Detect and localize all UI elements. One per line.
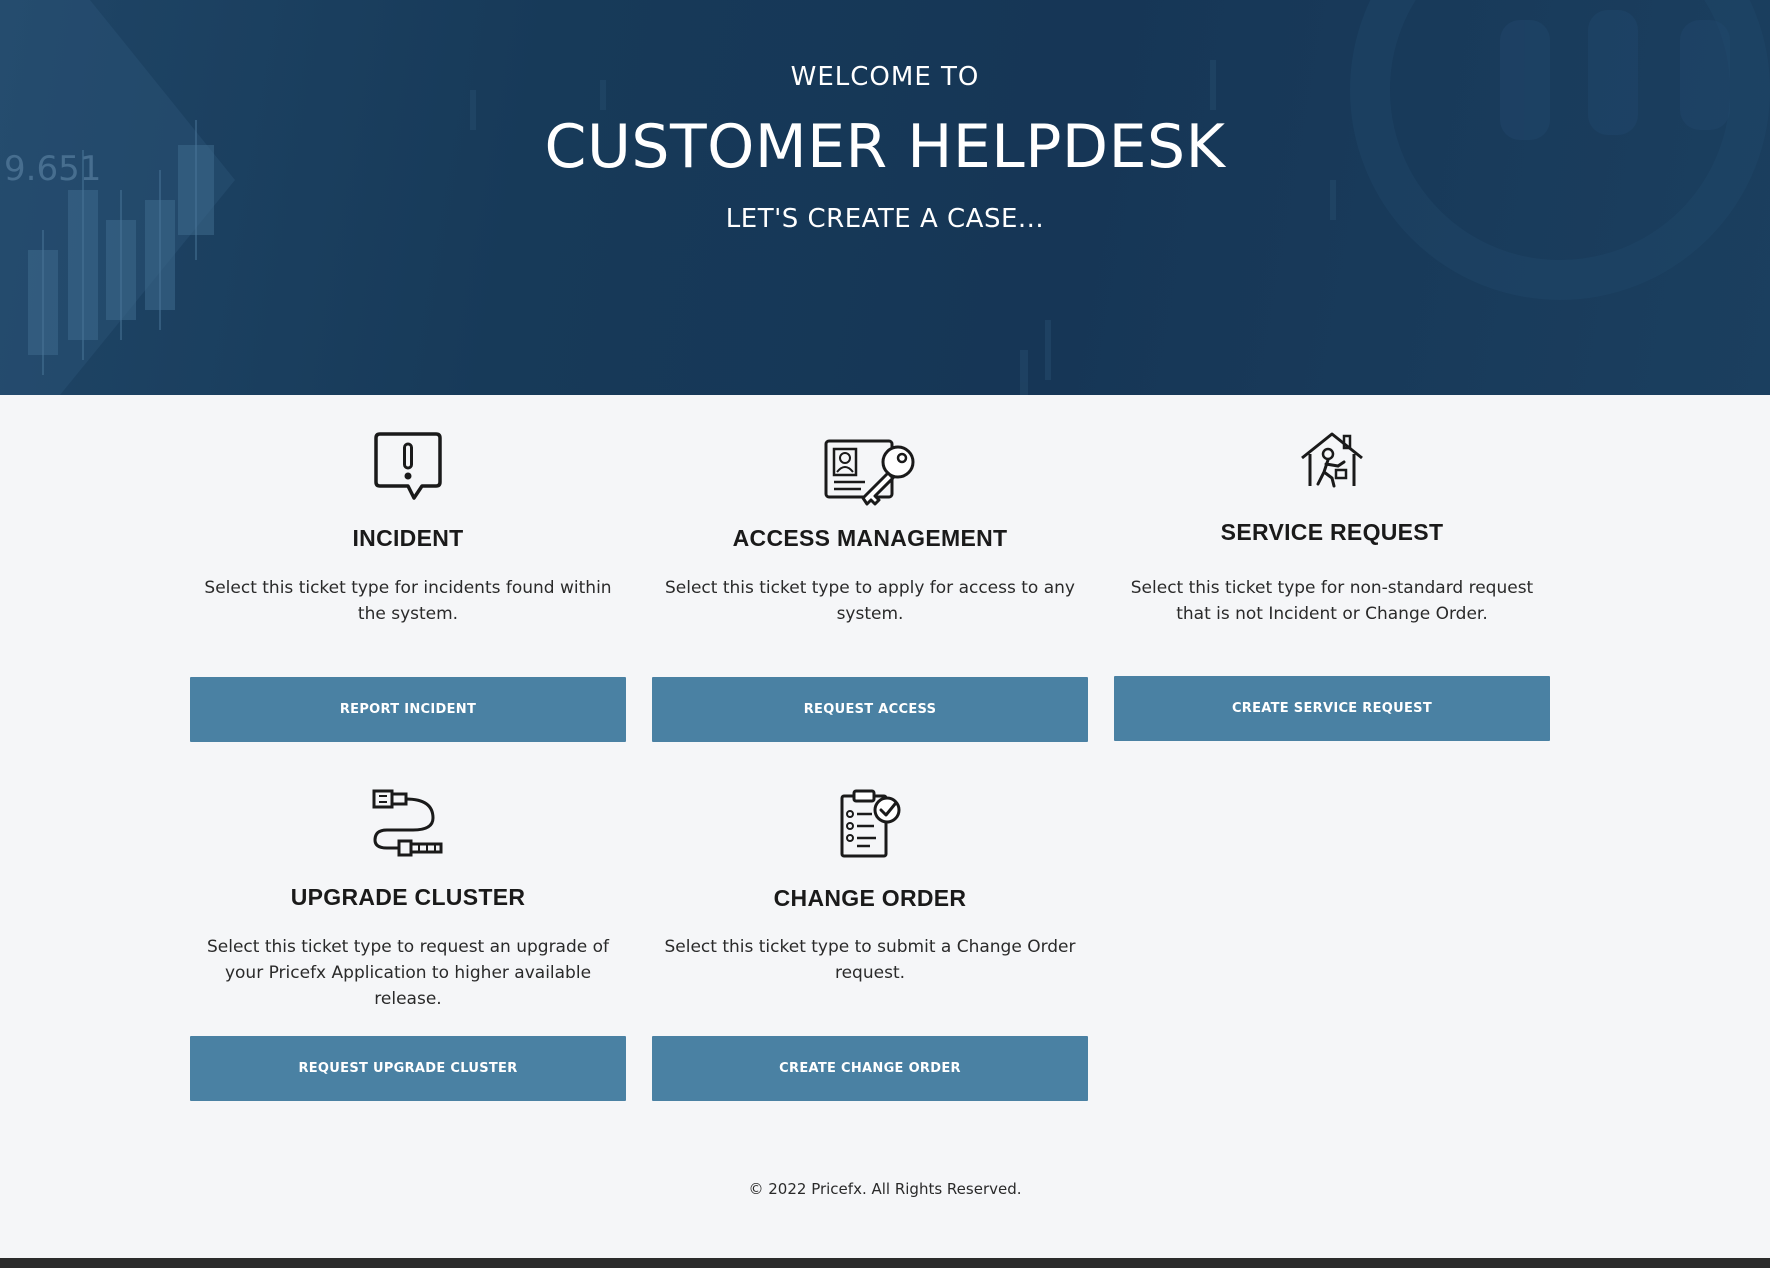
card-description-incident: Select this ticket type for incidents fo… bbox=[204, 578, 612, 624]
hero-banner: 9.651 WELCOME TO CUSTOMER HELPDESK LET'S… bbox=[0, 0, 1770, 395]
request-access-button[interactable]: REQUEST ACCESS bbox=[652, 677, 1088, 742]
page-title: CUSTOMER HELPDESK bbox=[544, 112, 1226, 182]
create-service-request-button[interactable]: CREATE SERVICE REQUEST bbox=[1114, 676, 1550, 741]
hero-subtitle: LET'S CREATE A CASE... bbox=[725, 204, 1045, 234]
cable-connector-icon bbox=[371, 788, 445, 865]
card-description-upgrade-cluster: Select this ticket type to request an up… bbox=[206, 937, 610, 1009]
card-access-management: ACCESS MANAGEMENT Select this ticket typ… bbox=[652, 420, 1088, 742]
report-incident-button[interactable]: REPORT INCIDENT bbox=[190, 677, 626, 742]
create-change-order-button[interactable]: CREATE CHANGE ORDER bbox=[652, 1036, 1088, 1101]
speech-bubble-exclamation-icon bbox=[372, 430, 444, 507]
card-description-access-management: Select this ticket type to apply for acc… bbox=[664, 578, 1075, 624]
card-upgrade-cluster: UPGRADE CLUSTER Select this ticket type … bbox=[190, 780, 626, 1102]
card-description-change-order: Select this ticket type to submit a Chan… bbox=[664, 937, 1076, 983]
id-card-key-icon bbox=[823, 438, 917, 513]
card-change-order: CHANGE ORDER Select this ticket type to … bbox=[652, 780, 1088, 1102]
clipboard-checklist-icon bbox=[838, 788, 902, 865]
request-upgrade-cluster-button[interactable]: REQUEST UPGRADE CLUSTER bbox=[190, 1036, 626, 1101]
hero-welcome-text: WELCOME TO bbox=[790, 62, 980, 92]
card-service-request: SERVICE REQUEST Select this ticket type … bbox=[1114, 420, 1550, 742]
card-incident: INCIDENT Select this ticket type for inc… bbox=[190, 420, 626, 742]
hero-background-chart: 9.651 bbox=[0, 0, 1770, 395]
house-worker-icon bbox=[1298, 430, 1366, 497]
card-description-service-request: Select this ticket type for non-standard… bbox=[1130, 578, 1534, 624]
bottom-bar bbox=[0, 1258, 1770, 1268]
card-title-service-request: SERVICE REQUEST bbox=[1220, 519, 1444, 545]
footer-copyright: © 2022 Pricefx. All Rights Reserved. bbox=[748, 1180, 1022, 1198]
card-title-access-management: ACCESS MANAGEMENT bbox=[732, 525, 1008, 551]
card-title-change-order: CHANGE ORDER bbox=[773, 885, 967, 911]
card-title-incident: INCIDENT bbox=[352, 525, 464, 551]
card-title-upgrade-cluster: UPGRADE CLUSTER bbox=[290, 884, 526, 910]
